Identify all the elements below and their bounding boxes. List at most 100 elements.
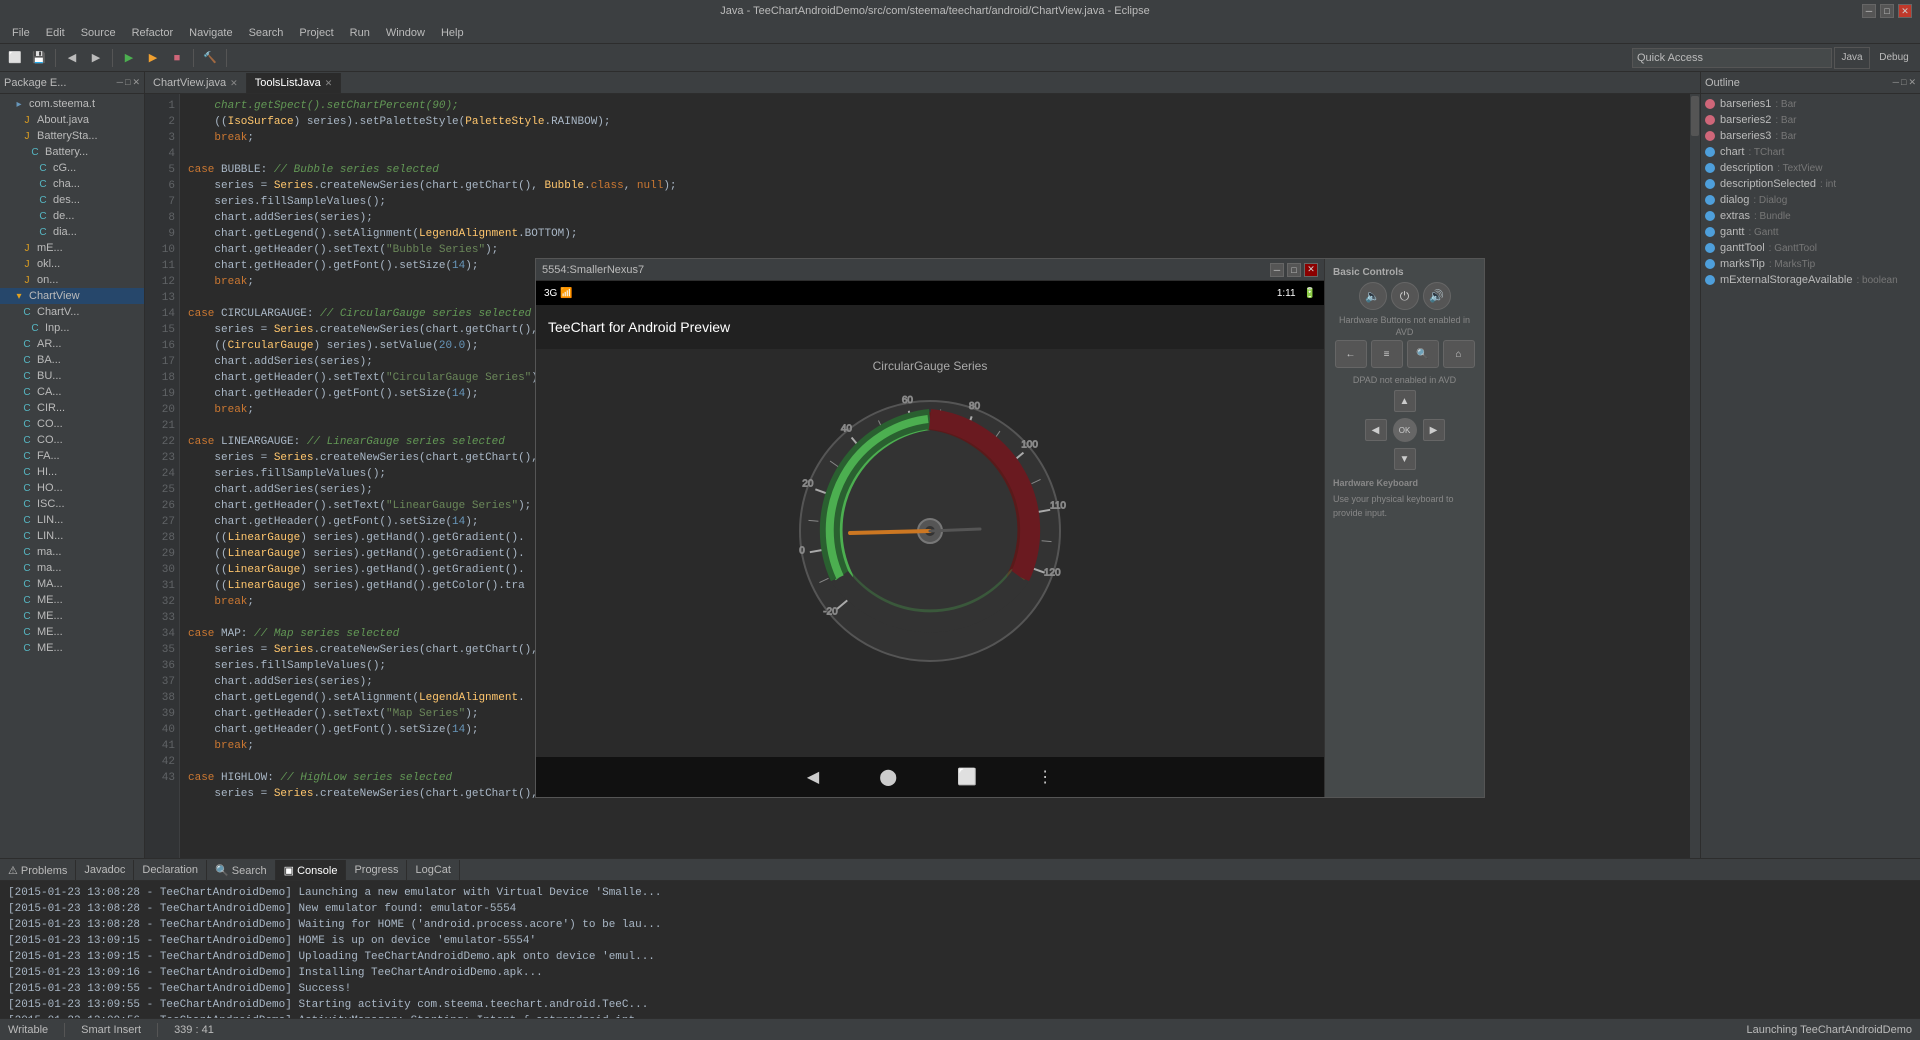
outline-maximize-button[interactable]: □ xyxy=(1901,77,1906,88)
menu-window[interactable]: Window xyxy=(378,25,433,41)
emulator-close-button[interactable]: ✕ xyxy=(1304,263,1318,277)
tree-item[interactable]: J About.java xyxy=(0,112,144,128)
forward-button[interactable]: ▶ xyxy=(85,47,107,69)
dpad-right-button[interactable]: ▶ xyxy=(1423,419,1445,441)
editor-scrollbar[interactable] xyxy=(1690,94,1700,858)
outline-item-mexternalstorage[interactable]: mExternalStorageAvailable : boolean xyxy=(1701,272,1920,288)
tree-item[interactable]: C ma... xyxy=(0,560,144,576)
tree-item[interactable]: J okl... xyxy=(0,256,144,272)
tree-item-chartview[interactable]: ▾ ChartView xyxy=(0,288,144,304)
tree-item[interactable]: C cG... xyxy=(0,160,144,176)
tree-item[interactable]: C ME... xyxy=(0,640,144,656)
tree-item[interactable]: C CO... xyxy=(0,416,144,432)
tree-item[interactable]: C FA... xyxy=(0,448,144,464)
dpad-left-button[interactable]: ◀ xyxy=(1365,419,1387,441)
tab-close-icon[interactable]: ✕ xyxy=(230,78,238,89)
tree-item[interactable]: C dia... xyxy=(0,224,144,240)
tree-item[interactable]: C cha... xyxy=(0,176,144,192)
home-hw-button[interactable]: ⌂ xyxy=(1443,340,1475,368)
outline-item-barseries3[interactable]: barseries3 : Bar xyxy=(1701,128,1920,144)
menu-run[interactable]: Run xyxy=(342,25,378,41)
power-button[interactable]: ⏻ xyxy=(1391,282,1419,310)
search-hw-button[interactable]: 🔍 xyxy=(1407,340,1439,368)
debug-run-button[interactable]: ▶ xyxy=(142,47,164,69)
tab-close-icon[interactable]: ✕ xyxy=(325,78,333,89)
tree-item[interactable]: ▸ com.steema.t xyxy=(0,96,144,112)
tree-item[interactable]: C ME... xyxy=(0,592,144,608)
tree-item[interactable]: C ma... xyxy=(0,544,144,560)
tree-item[interactable]: C Battery... xyxy=(0,144,144,160)
tab-logcat[interactable]: LogCat xyxy=(407,860,459,880)
android-home-button[interactable]: ⬤ xyxy=(879,767,897,787)
tree-item[interactable]: C BA... xyxy=(0,352,144,368)
menu-search[interactable]: Search xyxy=(241,25,292,41)
minimize-button[interactable]: ─ xyxy=(1862,4,1876,18)
tree-item[interactable]: C HO... xyxy=(0,480,144,496)
menu-source[interactable]: Source xyxy=(73,25,124,41)
back-hw-button[interactable]: ← xyxy=(1335,340,1367,368)
tab-toolslist[interactable]: ToolsListJava ✕ xyxy=(247,73,342,93)
tree-item[interactable]: C CIR... xyxy=(0,400,144,416)
tree-item[interactable]: C MA... xyxy=(0,576,144,592)
menu-file[interactable]: File xyxy=(4,25,38,41)
volume-up-button[interactable]: 🔊 xyxy=(1423,282,1451,310)
outline-item-dialog[interactable]: dialog : Dialog xyxy=(1701,192,1920,208)
back-button[interactable]: ◀ xyxy=(61,47,83,69)
outline-item-gantttool[interactable]: ganttTool : GanttTool xyxy=(1701,240,1920,256)
tree-item[interactable]: C LIN... xyxy=(0,528,144,544)
outline-item-gantt[interactable]: gantt : Gantt xyxy=(1701,224,1920,240)
menu-navigate[interactable]: Navigate xyxy=(181,25,240,41)
outline-item-markstip[interactable]: marksTip : MarksTip xyxy=(1701,256,1920,272)
dpad-center-button[interactable]: OK xyxy=(1393,418,1417,442)
tree-item[interactable]: J on... xyxy=(0,272,144,288)
outline-item-barseries1[interactable]: barseries1 : Bar xyxy=(1701,96,1920,112)
outline-minimize-button[interactable]: ─ xyxy=(1893,77,1899,88)
quick-access-input[interactable]: Quick Access xyxy=(1632,48,1832,68)
volume-down-button[interactable]: 🔈 xyxy=(1359,282,1387,310)
tab-progress[interactable]: Progress xyxy=(346,860,407,880)
panel-close-button[interactable]: ✕ xyxy=(132,77,140,88)
panel-minimize-button[interactable]: ─ xyxy=(117,77,123,88)
new-button[interactable]: ⬜ xyxy=(4,47,26,69)
android-menu-button[interactable]: ⋮ xyxy=(1037,767,1053,787)
tree-item[interactable]: J mE... xyxy=(0,240,144,256)
tab-console[interactable]: ▣ Console xyxy=(276,860,347,880)
outline-item-description[interactable]: description : TextView xyxy=(1701,160,1920,176)
tab-chartview[interactable]: ChartView.java ✕ xyxy=(145,73,247,93)
tree-item[interactable]: C Inp... xyxy=(0,320,144,336)
tree-item[interactable]: C BU... xyxy=(0,368,144,384)
dpad-up-button[interactable]: ▲ xyxy=(1394,390,1416,412)
tree-item[interactable]: C CA... xyxy=(0,384,144,400)
dpad-down-button[interactable]: ▼ xyxy=(1394,448,1416,470)
outline-item-barseries2[interactable]: barseries2 : Bar xyxy=(1701,112,1920,128)
tree-item[interactable]: C LIN... xyxy=(0,512,144,528)
menu-project[interactable]: Project xyxy=(291,25,341,41)
debug-perspective-button[interactable]: Debug xyxy=(1872,47,1916,69)
scrollbar-thumb[interactable] xyxy=(1691,96,1699,136)
tree-item[interactable]: C des... xyxy=(0,192,144,208)
tree-item[interactable]: J BatterySta... xyxy=(0,128,144,144)
android-back-button[interactable]: ◀ xyxy=(807,767,819,787)
tree-item[interactable]: C ME... xyxy=(0,624,144,640)
menu-help[interactable]: Help xyxy=(433,25,472,41)
run-button[interactable]: ▶ xyxy=(118,47,140,69)
tab-problems[interactable]: ⚠ Problems xyxy=(0,860,76,880)
java-perspective-button[interactable]: Java xyxy=(1834,47,1870,69)
stop-button[interactable]: ■ xyxy=(166,47,188,69)
emulator-maximize-button[interactable]: □ xyxy=(1287,263,1301,277)
outline-item-chart[interactable]: chart : TChart xyxy=(1701,144,1920,160)
android-recents-button[interactable]: ⬜ xyxy=(957,767,977,787)
menu-edit[interactable]: Edit xyxy=(38,25,73,41)
save-button[interactable]: 💾 xyxy=(28,47,50,69)
emulator-minimize-button[interactable]: ─ xyxy=(1270,263,1284,277)
tree-item[interactable]: C ChartV... xyxy=(0,304,144,320)
maximize-button[interactable]: □ xyxy=(1880,4,1894,18)
tab-search[interactable]: 🔍 Search xyxy=(207,860,276,880)
tree-item[interactable]: C ISC... xyxy=(0,496,144,512)
menu-hw-button[interactable]: ≡ xyxy=(1371,340,1403,368)
tree-item[interactable]: C AR... xyxy=(0,336,144,352)
outline-item-extras[interactable]: extras : Bundle xyxy=(1701,208,1920,224)
build-button[interactable]: 🔨 xyxy=(199,47,221,69)
tab-declaration[interactable]: Declaration xyxy=(134,860,207,880)
panel-maximize-button[interactable]: □ xyxy=(125,77,130,88)
